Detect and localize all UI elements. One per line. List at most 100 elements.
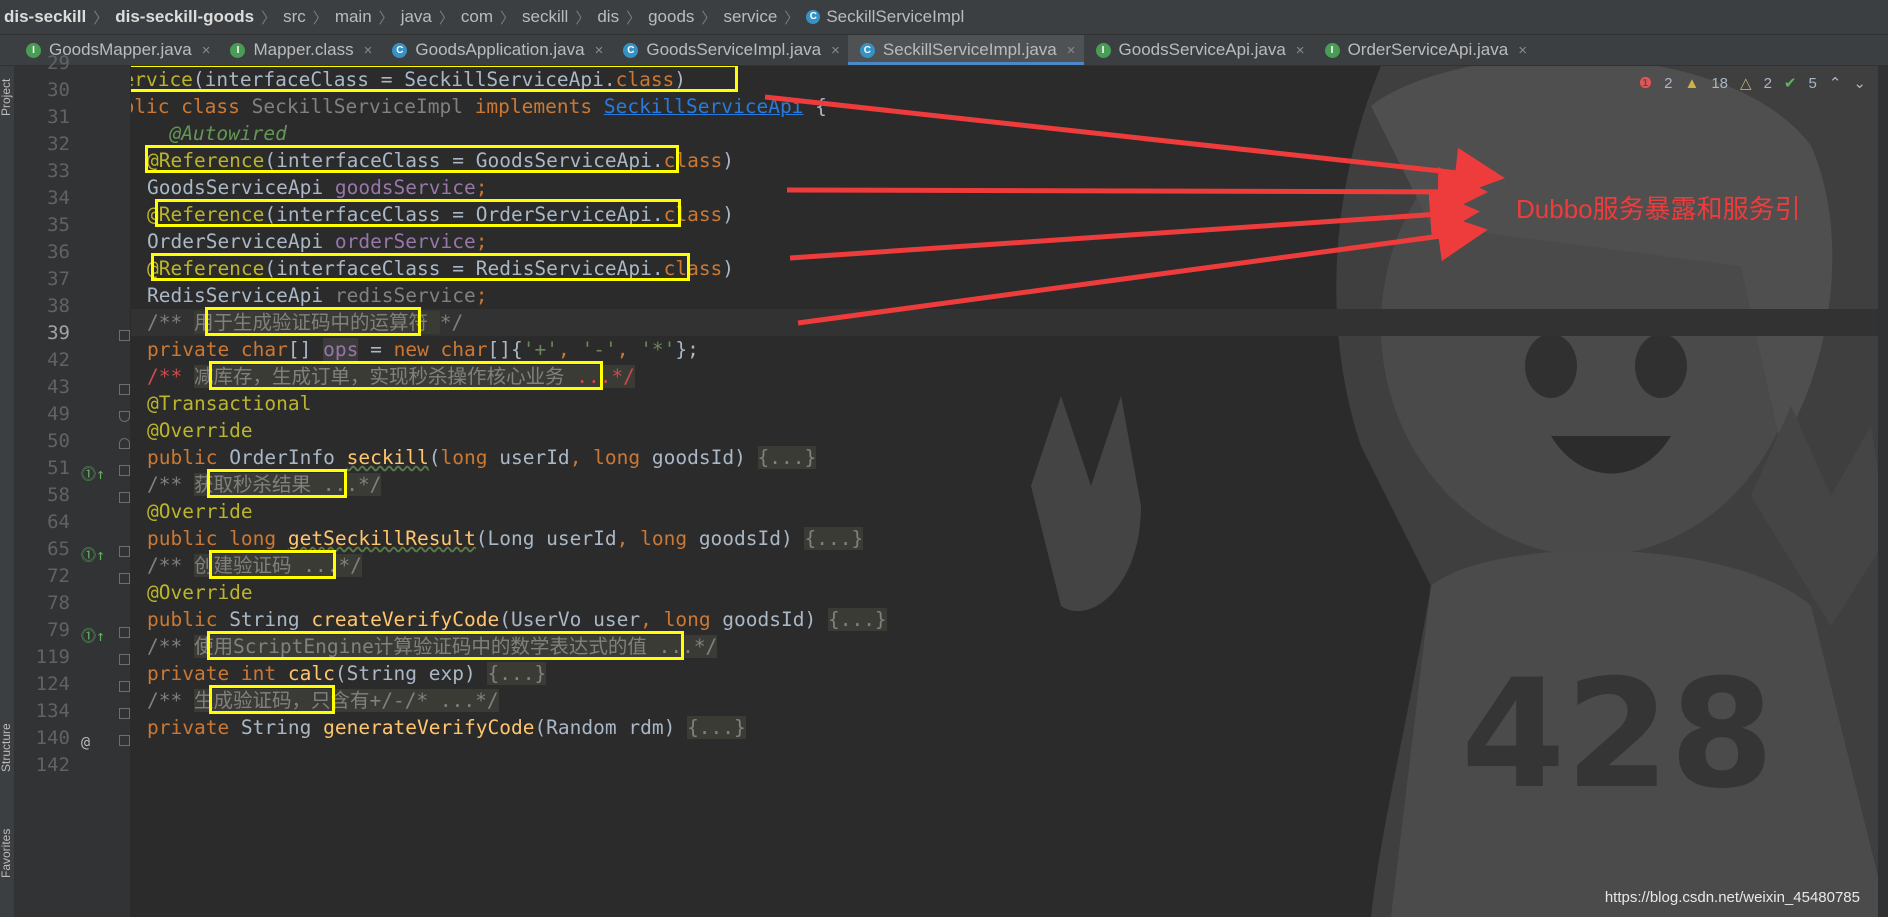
- highlight-box-comment: [207, 469, 347, 498]
- tab-orderserviceapi[interactable]: I OrderServiceApi.java ×: [1313, 35, 1535, 65]
- weak-warning-count: 2: [1763, 74, 1772, 92]
- breadcrumb-item-service[interactable]: service 〉: [723, 7, 806, 28]
- close-icon[interactable]: ×: [1296, 42, 1305, 59]
- breadcrumb-item-project[interactable]: dis-seckill 〉: [4, 7, 115, 28]
- breadcrumb: dis-seckill 〉 dis-seckill-goods 〉 src 〉 mai…: [0, 0, 1888, 35]
- implements-marker-icon[interactable]: ⓵↑: [81, 463, 105, 484]
- code-line: public String createVerifyCode(UserVo us…: [147, 608, 887, 631]
- line-number: 78: [47, 592, 70, 614]
- line-number: 79: [47, 619, 70, 641]
- implements-marker-icon[interactable]: ⓵↑: [81, 544, 105, 565]
- tab-goodsserviceimpl[interactable]: C GoodsServiceImpl.java ×: [611, 35, 848, 65]
- breadcrumb-item-module[interactable]: dis-seckill-goods 〉: [115, 7, 283, 28]
- tab-seckillserviceimpl[interactable]: C SeckillServiceImpl.java ×: [847, 35, 1084, 65]
- highlight-box-comment: [209, 550, 336, 579]
- line-gutter: 29 30 31 32 33 34 35 36 37 38 39 42 43 4…: [15, 52, 130, 917]
- inspection-widget[interactable]: ❶2 ▲ 18 △ 2 ✔ 5 ⌃ ⌄: [1639, 74, 1866, 93]
- line-number: 72: [47, 565, 70, 587]
- vertical-scrollbar[interactable]: [1878, 66, 1888, 917]
- code-line: @Transactional: [147, 392, 312, 415]
- project-tool-window[interactable]: Project: [0, 79, 13, 116]
- annotation-label: Dubbo服务暴露和服务引: [1516, 194, 1801, 224]
- code-line: @Override: [147, 419, 253, 442]
- warning-count: 18: [1711, 74, 1729, 92]
- interface-icon: I: [230, 42, 246, 58]
- fold-toggle-icon[interactable]: [119, 384, 130, 395]
- interface-icon: I: [1095, 42, 1111, 58]
- highlight-box-comment: [209, 685, 335, 714]
- line-number: 35: [47, 214, 70, 236]
- fold-toggle-icon[interactable]: [119, 411, 130, 422]
- fold-toggle-icon[interactable]: [119, 681, 130, 692]
- tab-goodsserviceapi[interactable]: I GoodsServiceApi.java ×: [1084, 35, 1313, 65]
- at-marker-icon[interactable]: @: [81, 733, 90, 751]
- fold-toggle-icon[interactable]: [119, 654, 130, 665]
- line-number: 142: [35, 754, 70, 776]
- line-number: 34: [47, 187, 70, 209]
- close-icon[interactable]: ×: [1067, 42, 1076, 59]
- line-number: 64: [47, 511, 70, 533]
- code-line: private int calc(String exp) {...}: [147, 662, 547, 685]
- class-icon: C: [392, 42, 408, 58]
- close-icon[interactable]: ×: [1518, 42, 1527, 59]
- close-icon[interactable]: ×: [831, 42, 840, 59]
- tab-mapper-class[interactable]: I Mapper.class ×: [218, 35, 380, 65]
- line-number: 39: [47, 322, 70, 344]
- check-icon: ✔: [1783, 75, 1797, 92]
- ok-count: 5: [1808, 74, 1817, 92]
- fold-toggle-icon[interactable]: [119, 573, 130, 584]
- svg-text:428: 428: [1461, 648, 1774, 822]
- line-number: 50: [47, 430, 70, 452]
- highlight-box-reference-order: [155, 199, 681, 227]
- highlight-box-comment: [209, 361, 603, 390]
- close-icon[interactable]: ×: [595, 42, 604, 59]
- breadcrumb-item-main[interactable]: main 〉: [335, 7, 401, 28]
- code-line: private String generateVerifyCode(Random…: [147, 716, 746, 739]
- breadcrumb-item-java[interactable]: java 〉: [401, 7, 461, 28]
- favorites-tool-window[interactable]: Favorites: [0, 829, 13, 878]
- fold-toggle-icon[interactable]: [119, 627, 130, 638]
- weak-warning-icon: △: [1740, 75, 1752, 92]
- chevron-up-icon[interactable]: ⌃: [1829, 74, 1842, 92]
- class-icon: C: [859, 42, 875, 58]
- warning-icon: ▲: [1684, 74, 1700, 92]
- fold-toggle-icon[interactable]: [119, 330, 130, 341]
- close-icon[interactable]: ×: [364, 42, 373, 59]
- code-line: // @Autowired: [169, 122, 287, 145]
- class-icon: C: [623, 42, 639, 58]
- code-line: public long getSeckillResult(Long userId…: [147, 527, 864, 550]
- line-number: 38: [47, 295, 70, 317]
- breadcrumb-item-com[interactable]: com 〉: [461, 7, 522, 28]
- close-icon[interactable]: ×: [202, 42, 211, 59]
- line-number: 140: [35, 727, 70, 749]
- code-line: public class SeckillServiceImpl implemen…: [131, 95, 827, 118]
- highlight-box-reference-redis: [151, 253, 690, 281]
- code-line: private char[] ops = new char[]{'+', '-'…: [147, 338, 699, 361]
- fold-toggle-icon[interactable]: [119, 492, 130, 503]
- fold-toggle-icon[interactable]: [119, 465, 130, 476]
- chevron-down-icon[interactable]: ⌄: [1853, 74, 1866, 92]
- implements-marker-icon[interactable]: ⓵↑: [81, 625, 105, 646]
- code-line: OrderServiceApi orderService;: [147, 230, 488, 253]
- fold-toggle-icon[interactable]: [119, 708, 130, 719]
- highlight-box-service: [131, 66, 738, 92]
- fold-toggle-icon[interactable]: [119, 735, 130, 746]
- breadcrumb-item-dis[interactable]: dis 〉: [597, 7, 648, 28]
- line-number: 49: [47, 403, 70, 425]
- code-line: public OrderInfo seckill(long userId, lo…: [147, 446, 817, 469]
- line-number: 33: [47, 160, 70, 182]
- line-number: 134: [35, 700, 70, 722]
- interface-icon: I: [1324, 42, 1340, 58]
- breadcrumb-item-goods[interactable]: goods 〉: [648, 7, 723, 28]
- breadcrumb-item-src[interactable]: src 〉: [283, 7, 335, 28]
- code-line: GoodsServiceApi goodsService;: [147, 176, 488, 199]
- error-count: 2: [1664, 74, 1673, 92]
- breadcrumb-item-class[interactable]: C SeckillServiceImpl: [806, 7, 964, 27]
- structure-tool-window[interactable]: Structure: [0, 723, 13, 772]
- breadcrumb-item-seckill[interactable]: seckill 〉: [522, 7, 597, 28]
- line-number: 65: [47, 538, 70, 560]
- tab-goodsapplication[interactable]: C GoodsApplication.java ×: [380, 35, 611, 65]
- fold-toggle-icon[interactable]: [119, 438, 130, 449]
- fold-toggle-icon[interactable]: [119, 546, 130, 557]
- line-number: 31: [47, 106, 70, 128]
